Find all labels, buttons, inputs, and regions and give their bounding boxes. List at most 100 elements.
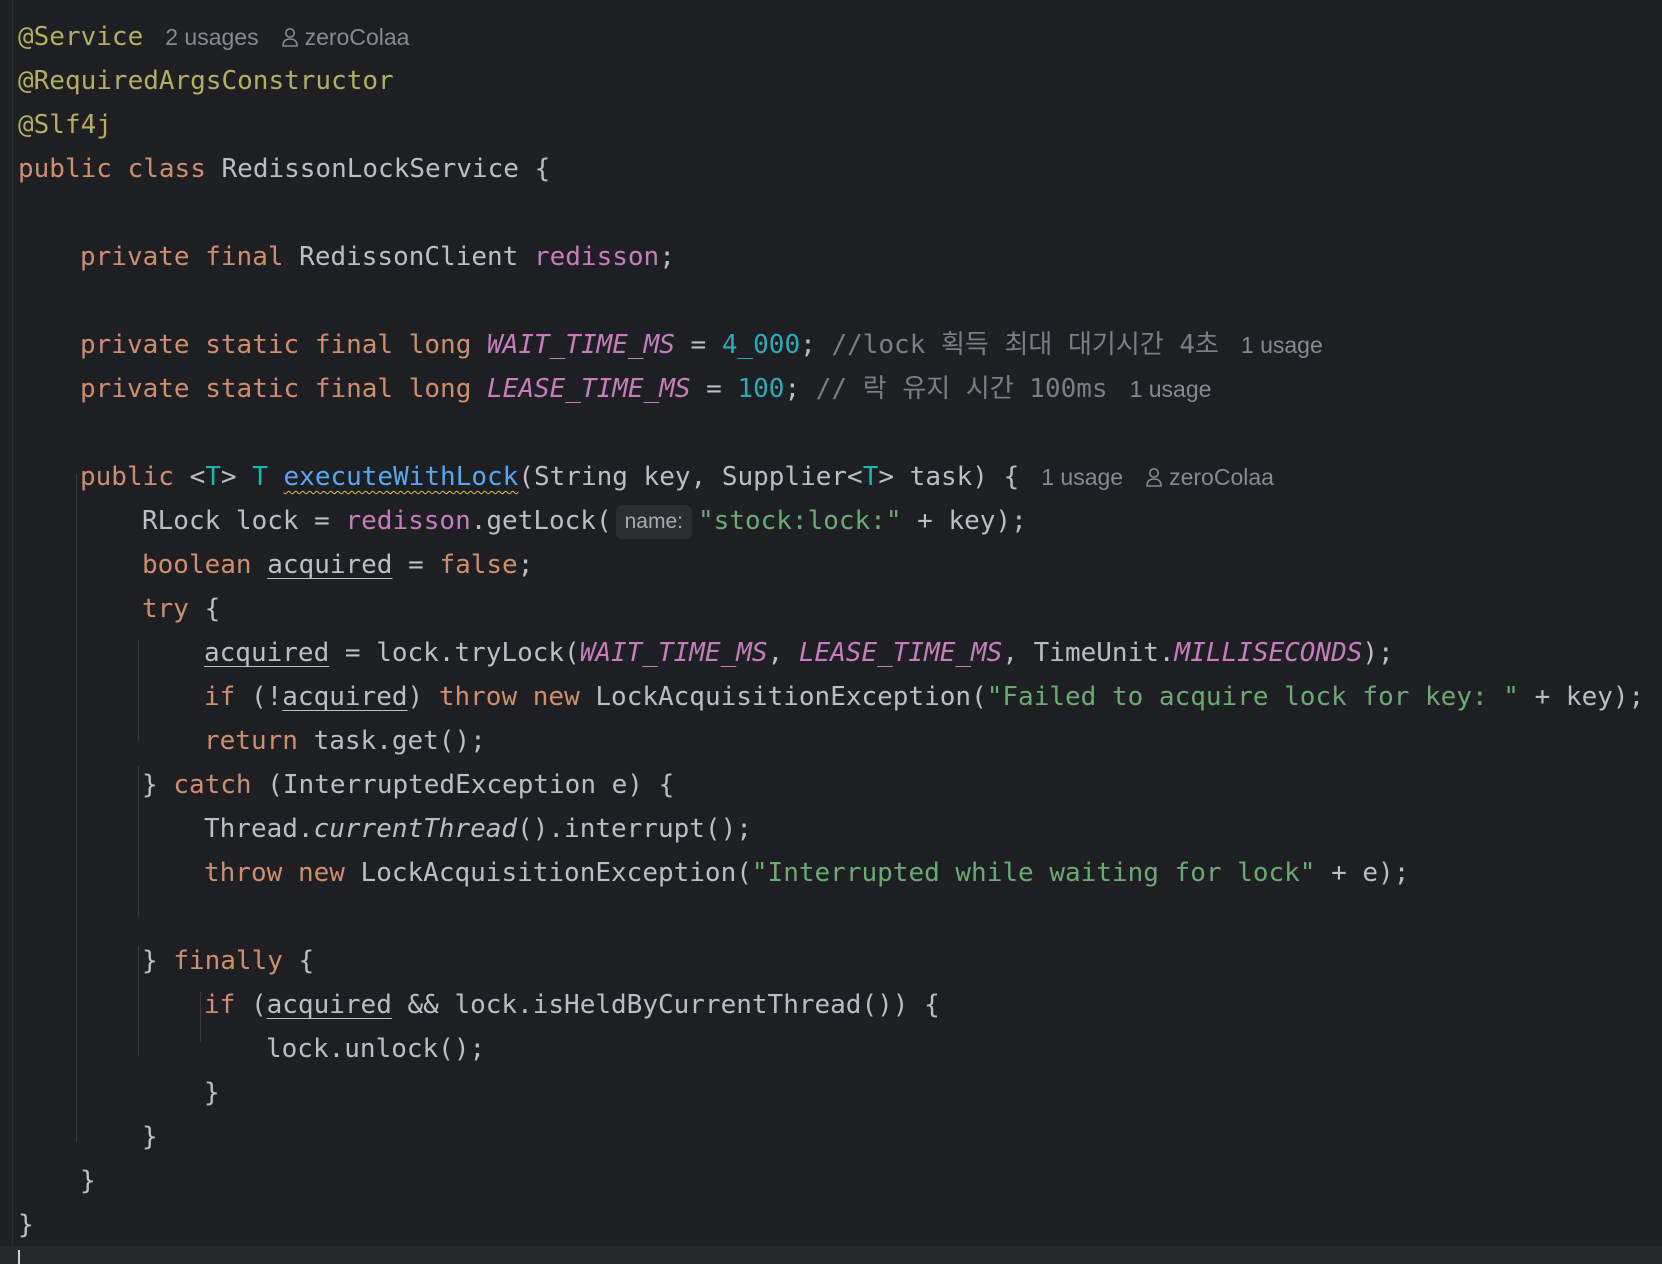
annotation-service: @Service <box>18 22 144 52</box>
brace-open: { <box>282 946 315 976</box>
method-name[interactable]: executeWithLock <box>284 462 519 492</box>
semicolon: ; <box>800 330 816 360</box>
code-line[interactable]: } catch (InterruptedException e) { <box>142 763 674 807</box>
semicolon: ; <box>517 550 534 580</box>
usages-hint[interactable]: 1 usage <box>1241 332 1323 358</box>
code-editor[interactable]: @Service 2 usages zeroColaa @RequiredArgsC… <box>0 0 1662 1264</box>
code-line[interactable]: lock.unlock(); <box>266 1027 485 1071</box>
keyword-class: class <box>127 154 206 184</box>
code-line[interactable]: Thread.currentThread().interrupt(); <box>204 807 752 851</box>
keyword-new: new <box>532 682 580 712</box>
field-redisson: redisson <box>533 242 660 272</box>
code-line[interactable]: private static final long WAIT_TIME_MS =… <box>80 323 1323 367</box>
keyword-final: final <box>314 374 394 404</box>
unlock-call: lock.unlock(); <box>266 1034 486 1064</box>
keyword-throw: throw <box>438 682 518 712</box>
semicolon: ; <box>659 242 675 272</box>
code-line[interactable]: public <T> T executeWithLock(String key,… <box>80 455 1274 499</box>
comma: , <box>767 638 799 668</box>
concat-e: + e); <box>1315 858 1410 888</box>
indent-guide-try <box>138 640 139 740</box>
indent-guide-if <box>200 992 201 1042</box>
brace-close: } <box>142 770 174 800</box>
code-line[interactable]: boolean acquired = false; <box>142 543 533 587</box>
keyword-private: private <box>80 330 190 360</box>
usages-hint[interactable]: 1 usage <box>1041 464 1123 490</box>
keyword-long: long <box>408 374 472 404</box>
interrupt-call: ().interrupt(); <box>517 814 752 844</box>
operator-eq: = <box>674 330 722 360</box>
const-wait-time: WAIT_TIME_MS <box>487 330 675 360</box>
code-line[interactable]: private static final long LEASE_TIME_MS … <box>80 367 1211 411</box>
code-line[interactable]: } <box>80 1159 96 1203</box>
code-line[interactable]: } <box>18 1203 34 1247</box>
try-lock-call: = lock.tryLock( <box>329 638 580 668</box>
generic-open: < <box>173 462 206 492</box>
code-line[interactable]: } finally { <box>142 939 314 983</box>
keyword-if: if <box>204 682 236 712</box>
catch-params: (InterruptedException e) { <box>251 770 675 800</box>
keyword-throw: throw <box>204 858 283 888</box>
concat-key: + key); <box>901 506 1027 536</box>
code-line[interactable]: @Service 2 usages zeroColaa <box>18 15 409 59</box>
keyword-try: try <box>142 594 189 624</box>
usages-hint[interactable]: 1 usage <box>1130 376 1212 402</box>
editor-left-border <box>12 0 13 1264</box>
number-literal: 4_000 <box>721 330 801 360</box>
get-lock-call: .getLock( <box>470 506 612 536</box>
field-redisson: redisson <box>345 506 471 536</box>
held-check: && lock.isHeldByCurrentThread()) { <box>391 990 940 1020</box>
code-line[interactable]: try { <box>142 587 220 631</box>
code-line[interactable]: throw new LockAcquisitionException("Inte… <box>204 851 1409 895</box>
var-acquired: acquired <box>266 990 392 1020</box>
brace-close: } <box>142 1122 158 1152</box>
keyword-new: new <box>297 858 345 888</box>
const-wait-time: WAIT_TIME_MS <box>579 638 768 668</box>
exception-constructor: LockAcquisitionException( <box>579 682 987 712</box>
code-line[interactable]: @RequiredArgsConstructor <box>18 59 394 103</box>
keyword-public: public <box>80 462 174 492</box>
indent-guide-catch <box>138 766 139 916</box>
semicolon: ; <box>784 374 801 404</box>
text-caret <box>18 1250 20 1264</box>
author-hint[interactable]: zeroColaa <box>259 24 409 50</box>
person-icon <box>1146 468 1162 487</box>
const-milliseconds: MILLISECONDS <box>1174 638 1363 668</box>
class-name: RedissonLockService { <box>205 154 551 184</box>
keyword-final: final <box>205 242 284 272</box>
keyword-if: if <box>204 990 236 1020</box>
string-literal: "Interrupted while waiting for lock" <box>751 858 1316 888</box>
code-line[interactable]: return task.get(); <box>204 719 486 763</box>
code-line[interactable]: if (!acquired) throw new LockAcquisition… <box>204 675 1644 719</box>
var-acquired: acquired <box>282 682 408 712</box>
current-line-highlight <box>0 1246 1662 1264</box>
var-acquired: acquired <box>204 638 330 668</box>
code-line[interactable]: RLock lock = redisson.getLock(name: "stoc… <box>142 499 1027 543</box>
code-line[interactable]: if (acquired && lock.isHeldByCurrentThre… <box>204 983 940 1027</box>
code-line[interactable]: private final RedissonClient redisson; <box>80 235 675 279</box>
usages-hint[interactable]: 2 usages <box>165 24 258 50</box>
author-hint[interactable]: zeroColaa <box>1123 464 1274 490</box>
method-params: (String key, Supplier< <box>518 462 863 492</box>
task-get-call: task.get(); <box>297 726 486 756</box>
comment-lease-time: // 락 유지 시간 100ms <box>815 374 1108 404</box>
static-method-current-thread: currentThread <box>313 814 518 844</box>
keyword-public: public <box>18 154 112 184</box>
type-param: T <box>252 462 268 492</box>
keyword-boolean: boolean <box>142 550 252 580</box>
brace-close: } <box>142 946 174 976</box>
annotation-required-args: @RequiredArgsConstructor <box>18 66 394 96</box>
comma: , <box>1002 638 1034 668</box>
code-line[interactable]: acquired = lock.tryLock(WAIT_TIME_MS, LE… <box>204 631 1394 675</box>
code-line[interactable]: @Slf4j <box>18 103 112 147</box>
string-literal: "Failed to acquire lock for key: " <box>986 682 1519 712</box>
operator-eq: = <box>392 550 440 580</box>
code-line[interactable]: } <box>204 1071 220 1115</box>
number-literal: 100 <box>737 374 785 404</box>
indent-guide-method <box>76 474 77 1142</box>
paren-close: ) <box>407 682 439 712</box>
keyword-private: private <box>80 374 190 404</box>
code-line[interactable]: public class RedissonLockService { <box>18 147 550 191</box>
code-line[interactable]: } <box>142 1115 158 1159</box>
keyword-static: static <box>205 374 300 404</box>
